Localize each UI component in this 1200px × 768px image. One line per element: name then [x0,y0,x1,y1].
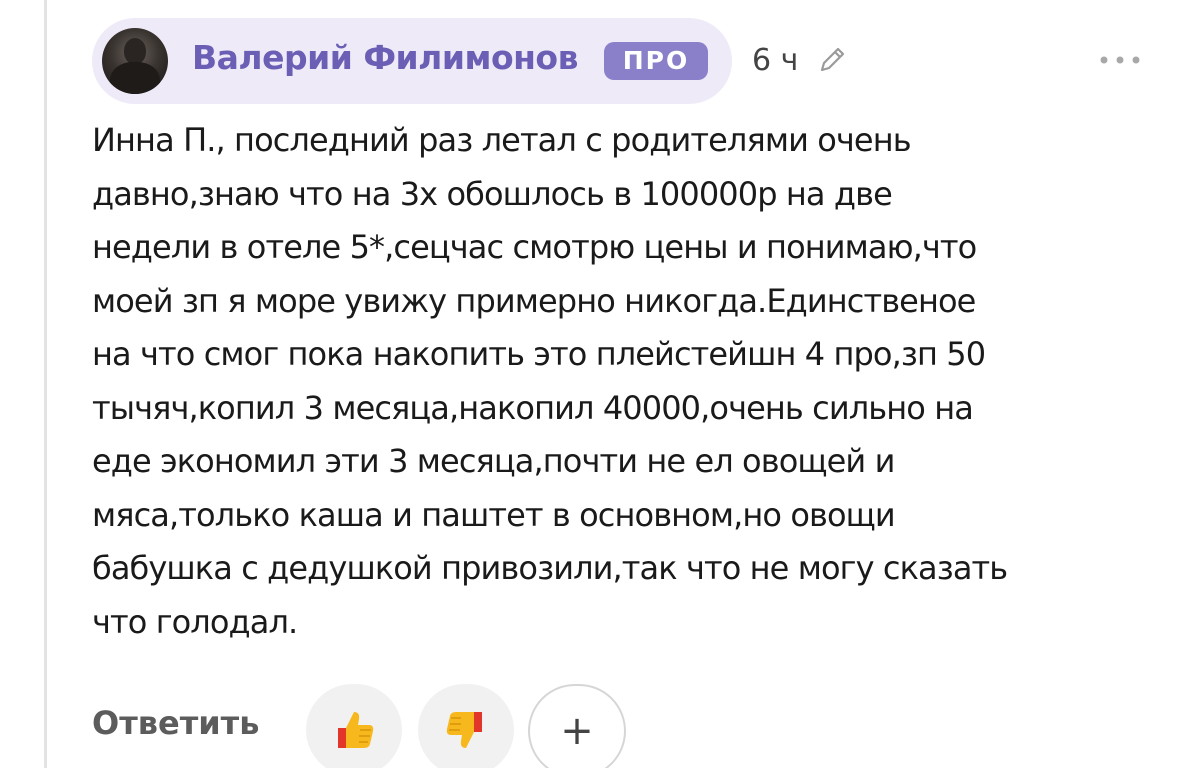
dislike-reaction-button[interactable] [418,684,514,768]
thumbs-up-icon [338,712,374,748]
comment-text-line: Инна П., последний раз летал с родителям… [92,121,912,159]
more-horizontal-icon[interactable] [1096,52,1144,68]
add-reaction-button[interactable]: + [528,684,626,768]
avatar[interactable] [102,28,168,94]
author-chip[interactable]: Валерий Филимонов ПРО [92,18,732,104]
comment-text-line: на что смог пока накопить это плейстейшн… [92,335,986,373]
comment-text-line: давно,знаю что на 3х обошлось в 100000р … [92,174,893,213]
timestamp: 6 ч [752,43,799,78]
pro-badge: ПРО [604,42,708,80]
comment-text-line: тычяч,копил 3 месяца,накопил 40000,очень… [92,388,974,427]
avatar-head [124,38,146,64]
thumbs-down-icon [446,712,482,748]
comment-text-line: что голодал. [92,602,298,641]
comment-text: Инна П., последний раз летал с родителям… [92,114,1162,649]
reply-button[interactable]: Ответить [92,704,259,742]
pencil-icon [820,47,845,72]
author-name[interactable]: Валерий Филимонов [192,38,578,77]
comment-text-line: мяса,только каша и паштет в основном,но … [92,495,896,534]
like-reaction-button[interactable] [306,684,402,768]
avatar-torso [110,62,160,94]
thread-line [44,0,47,768]
plus-icon: + [560,708,594,754]
comment-text-line: моей зп я море увижу примерно никогда.Ед… [92,281,976,320]
comment-text-line: бабушка с дедушкой привозили,так что не … [92,549,1008,587]
comment-text-line: недели в отеле 5*,сецчас смотрю цены и п… [92,228,977,266]
comment-text-line: еде экономил эти 3 месяца,почти не ел ов… [92,442,895,480]
